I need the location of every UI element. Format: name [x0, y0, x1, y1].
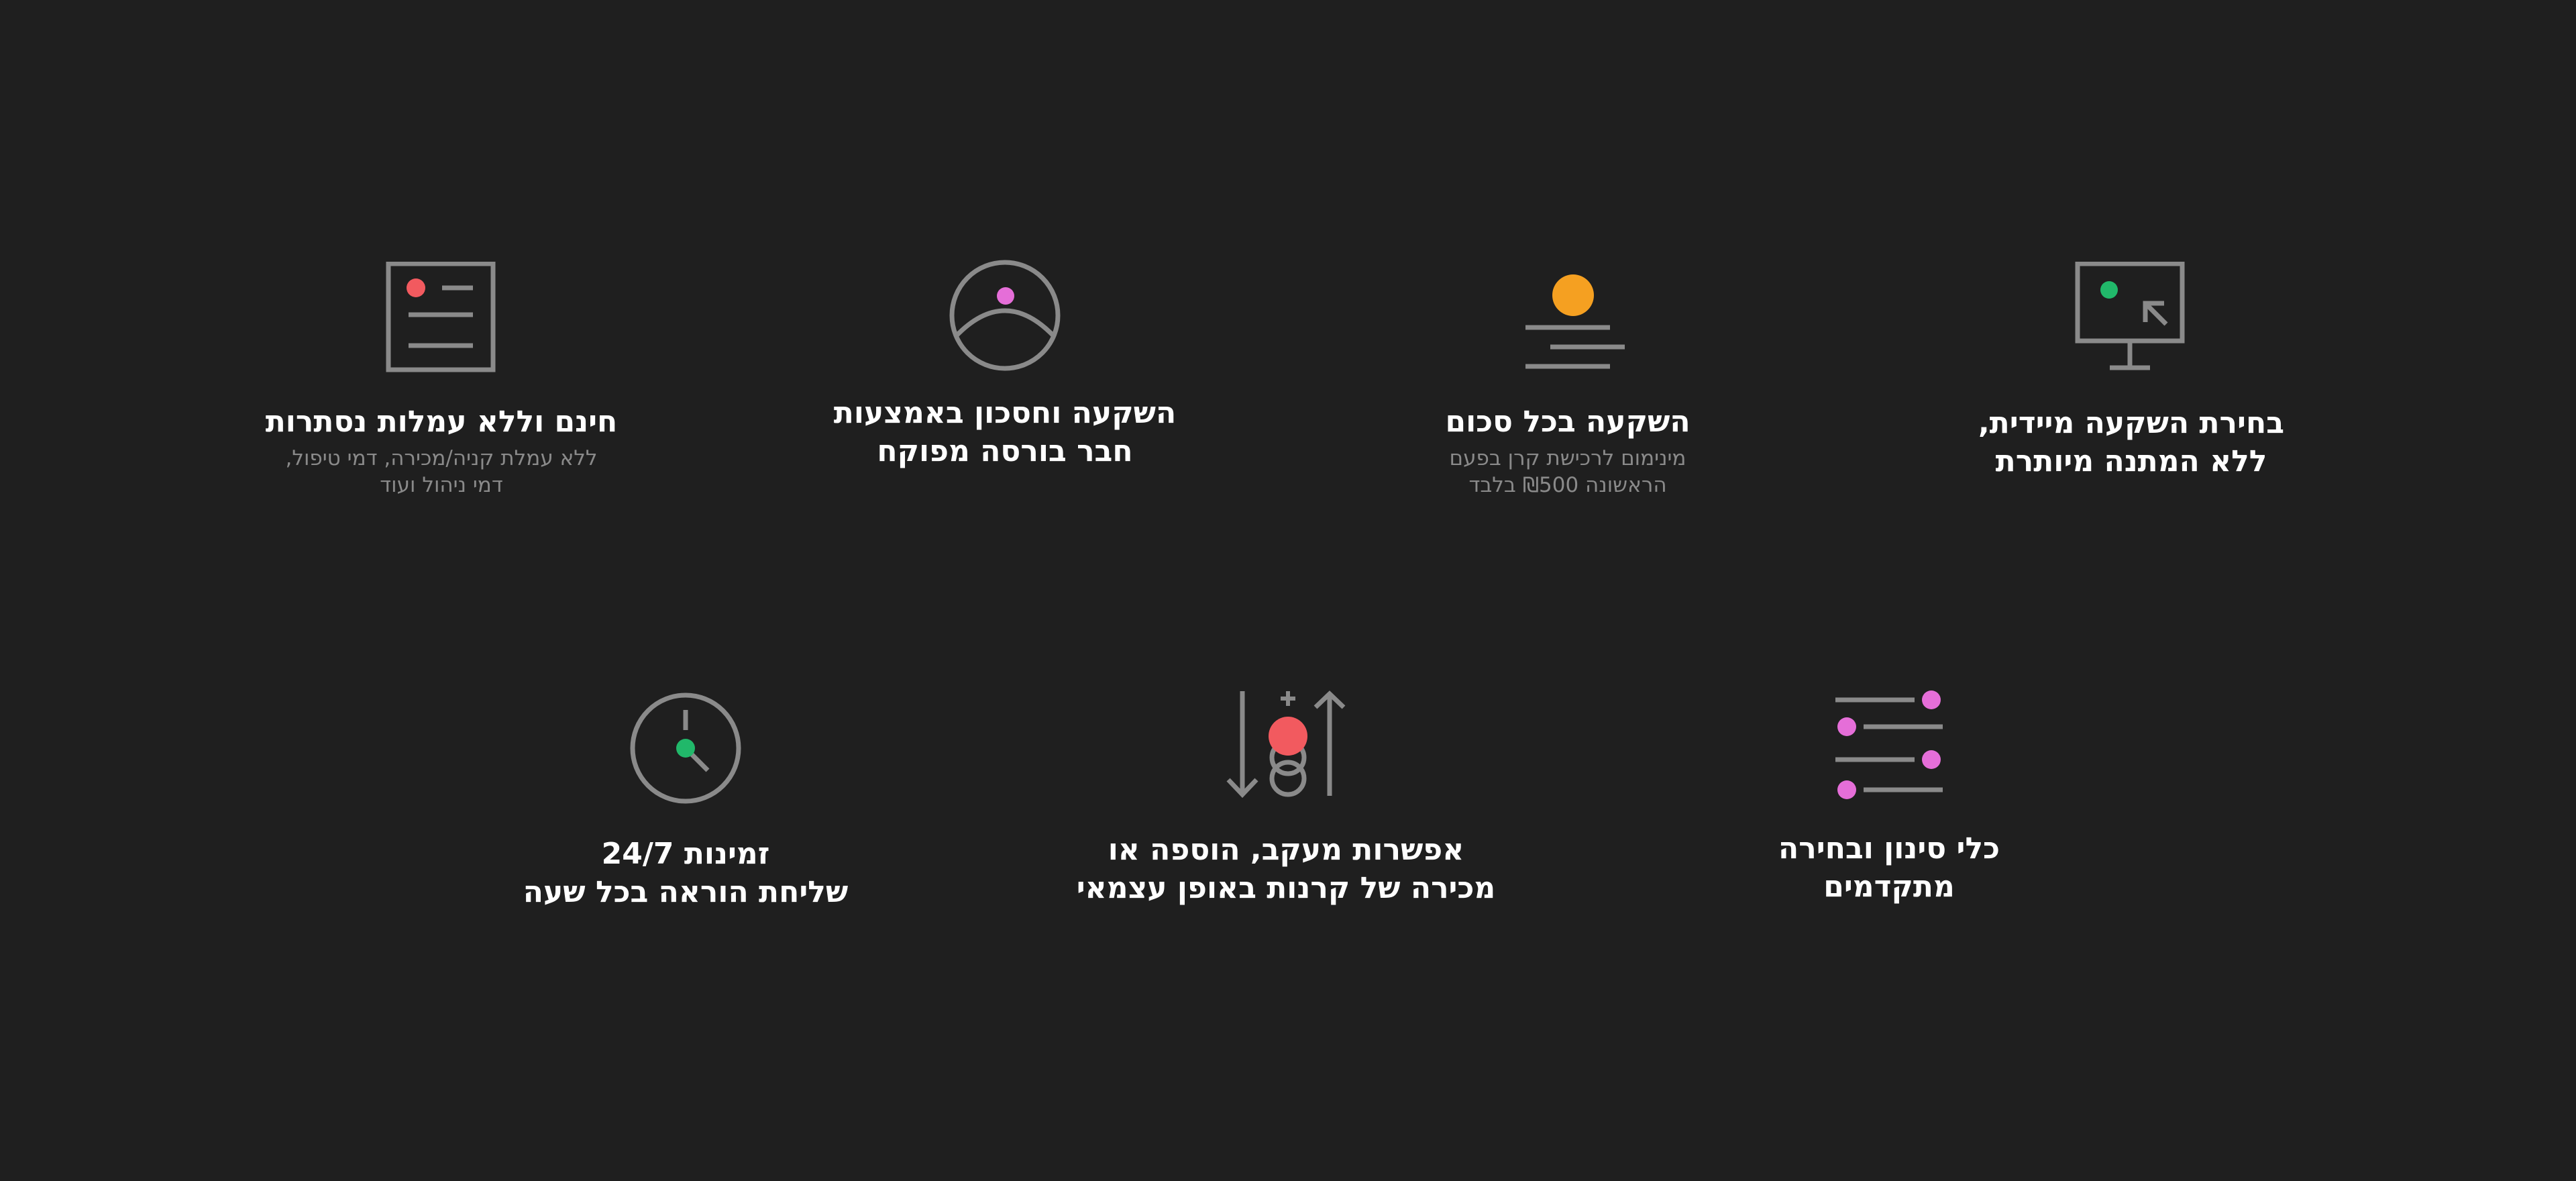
clock-icon	[630, 692, 741, 804]
slider-knob	[1837, 717, 1856, 736]
clock-center-dot	[676, 739, 695, 758]
feature-title: בחירת השקעה מיידית, ללא המתנה מיותרת	[1978, 406, 2285, 478]
filter-sliders-icon	[1835, 690, 1943, 799]
document-list-icon	[386, 262, 496, 372]
coin-orange	[1552, 274, 1594, 316]
feature-24-7: זמינות 24/7 שליחת הוראה בכל שעה	[431, 691, 941, 911]
slider-knob	[1922, 750, 1941, 769]
slider-knob	[1922, 690, 1941, 709]
feature-regulated-broker: השקעה וחסכון באמצעות חבר בורסה מפוקח	[750, 258, 1260, 470]
feature-advanced-filters: כלי סינון ובחירה מתקדמים	[1634, 688, 2144, 906]
monitor-cursor-icon	[2075, 262, 2185, 370]
feature-title: השקעה בכל סכום	[1445, 405, 1690, 439]
user-circle-icon	[949, 260, 1061, 371]
status-dot-green	[2100, 281, 2118, 299]
feature-title: כלי סינון ובחירה מתקדמים	[1778, 831, 2000, 904]
feature-title: זמינות 24/7 שליחת הוראה בכל שעה	[523, 837, 849, 909]
coin-stack-icon	[1525, 274, 1625, 369]
slider-knob	[1837, 780, 1856, 799]
coin-red	[1269, 717, 1307, 756]
status-dot-red	[407, 278, 425, 297]
feature-title: השקעה וחסכון באמצעות חבר בורסה מפוקח	[833, 396, 1177, 468]
feature-subtitle: מינימום לרכישת קרן בפעם הראשונה ₪500 בלב…	[1449, 446, 1686, 497]
feature-title: אפשרות מעקב, הוספה או מכירה של קרנות באו…	[1076, 833, 1496, 905]
feature-instant-investment: בחירת השקעה מיידית, ללא המתנה מיותרת	[1876, 262, 2386, 480]
feature-any-amount: השקעה בכל סכום מינימום לרכישת קרן בפעם ה…	[1313, 262, 1823, 499]
feature-no-fees: חינם וללא עמלות נסתרות ללא עמלת קניה/מכי…	[186, 262, 696, 499]
status-dot-pink	[997, 287, 1014, 305]
feature-track-add-sell: אפשרות מעקב, הוספה או מכירה של קרנות באו…	[1031, 687, 1541, 907]
feature-title: חינם וללא עמלות נסתרות	[265, 405, 618, 439]
feature-subtitle: ללא עמלת קניה/מכירה, דמי טיפול, דמי ניהו…	[285, 446, 598, 497]
buy-sell-arrows-icon	[1226, 690, 1346, 799]
